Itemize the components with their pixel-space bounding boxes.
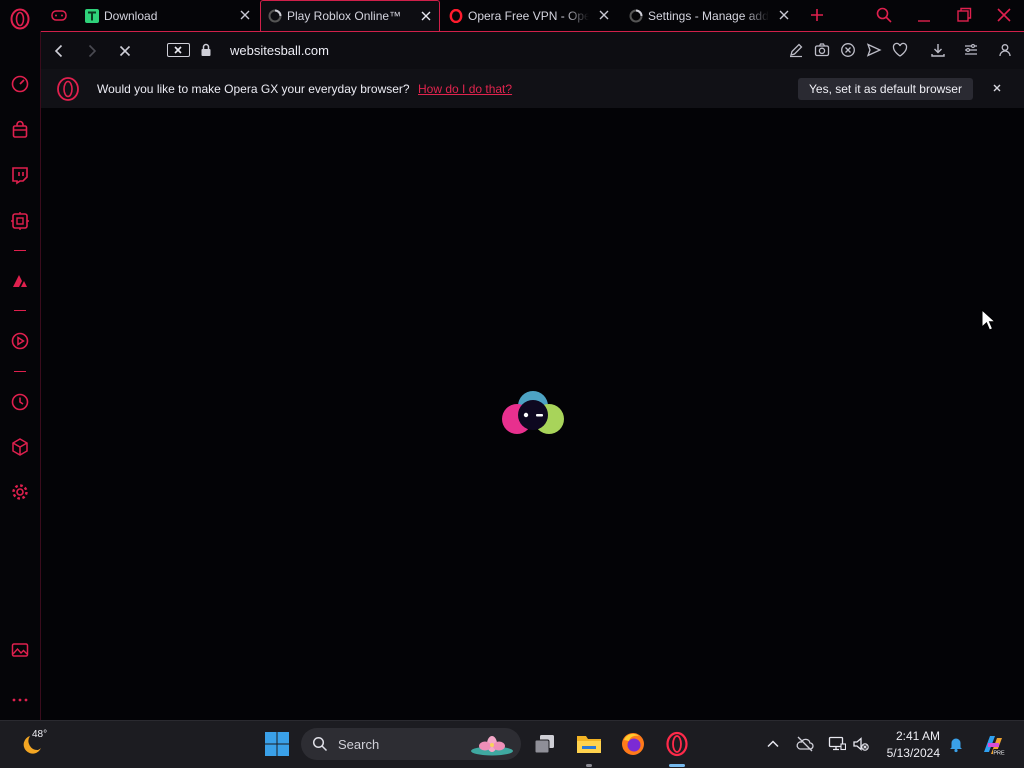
page-content bbox=[41, 108, 1024, 720]
volume-muted-icon[interactable] bbox=[852, 735, 870, 753]
infobar-close-icon[interactable] bbox=[991, 82, 1003, 94]
loading-icon bbox=[629, 9, 643, 22]
close-icon[interactable] bbox=[777, 8, 791, 22]
opera-gx-taskbar-icon[interactable] bbox=[664, 731, 690, 757]
address-bar: websitesball.com bbox=[41, 31, 1024, 69]
ad-block-x-icon bbox=[174, 46, 182, 54]
task-view-icon[interactable] bbox=[532, 731, 558, 757]
gx-controller-icon[interactable] bbox=[50, 7, 68, 23]
camera-icon[interactable] bbox=[814, 42, 830, 58]
t-green-icon bbox=[85, 8, 99, 23]
player-icon[interactable] bbox=[10, 271, 30, 291]
play-icon[interactable] bbox=[10, 331, 30, 351]
active-app-indicator bbox=[669, 764, 685, 767]
shopping-bag-icon[interactable] bbox=[10, 120, 30, 140]
weather-temperature: 48° bbox=[32, 729, 48, 740]
clock-icon[interactable] bbox=[10, 392, 30, 412]
gallery-icon[interactable] bbox=[10, 640, 30, 660]
taskbar-search[interactable]: Search bbox=[301, 728, 521, 760]
sidebar-separator bbox=[14, 310, 26, 311]
gear-icon[interactable] bbox=[10, 482, 30, 502]
opera-gx-logo-icon bbox=[57, 77, 79, 101]
firefox-icon[interactable] bbox=[620, 731, 646, 757]
profile-icon[interactable] bbox=[997, 42, 1013, 58]
twitch-icon[interactable] bbox=[10, 165, 30, 185]
new-tab-plus-icon[interactable] bbox=[808, 6, 826, 24]
tab-opera-vpn[interactable]: Opera Free VPN - Opera bbox=[442, 0, 617, 31]
heart-icon[interactable] bbox=[892, 42, 908, 58]
search-icon bbox=[312, 736, 328, 752]
tab-title: Opera Free VPN - Opera bbox=[468, 8, 589, 23]
opera-icon bbox=[449, 8, 463, 23]
set-default-browser-button[interactable]: Yes, set it as default browser bbox=[798, 78, 973, 100]
sidebar-separator bbox=[14, 250, 26, 251]
tracker-block-icon[interactable] bbox=[840, 42, 856, 58]
close-icon[interactable] bbox=[419, 9, 433, 23]
loading-blob-icon bbox=[502, 391, 564, 434]
default-browser-infobar: Would you like to make Opera GX your eve… bbox=[41, 69, 1024, 108]
ad-blocker-badge[interactable] bbox=[167, 43, 190, 57]
url-text[interactable]: websitesball.com bbox=[230, 43, 329, 58]
restore-icon[interactable] bbox=[955, 6, 973, 24]
notification-bell-icon[interactable] bbox=[947, 735, 965, 753]
network-icon[interactable] bbox=[828, 735, 846, 753]
mouse-cursor-icon bbox=[981, 309, 995, 331]
how-do-i-link[interactable]: How do I do that? bbox=[418, 82, 512, 96]
send-icon[interactable] bbox=[866, 42, 882, 58]
speedometer-icon[interactable] bbox=[10, 74, 30, 94]
chevron-up-icon[interactable] bbox=[764, 735, 782, 753]
download-icon[interactable] bbox=[930, 42, 946, 58]
copilot-pre-icon[interactable]: PRE bbox=[980, 732, 1006, 758]
infobar-message: Would you like to make Opera GX your eve… bbox=[97, 82, 410, 96]
running-indicator bbox=[586, 764, 592, 767]
lock-icon[interactable] bbox=[200, 43, 212, 57]
tab-title: Settings - Manage addr bbox=[648, 8, 769, 23]
window-close-icon[interactable] bbox=[995, 6, 1013, 24]
close-icon[interactable] bbox=[238, 8, 252, 22]
tab-play-roblox[interactable]: Play Roblox Online™ bbox=[260, 0, 440, 31]
back-icon[interactable] bbox=[50, 42, 68, 60]
cube-icon[interactable] bbox=[10, 437, 30, 457]
search-placeholder: Search bbox=[338, 737, 380, 752]
forward-icon[interactable] bbox=[83, 42, 101, 60]
windows-start-icon[interactable] bbox=[264, 731, 290, 757]
sidebar-separator bbox=[14, 371, 26, 372]
tab-download[interactable]: Download bbox=[78, 0, 258, 31]
onedrive-off-icon[interactable] bbox=[796, 735, 814, 753]
tab-strip: Download Play Roblox Online™ Opera Free … bbox=[0, 0, 1024, 31]
clock-time[interactable]: 2:41 AM bbox=[874, 729, 940, 743]
clock-date[interactable]: 5/13/2024 bbox=[874, 746, 940, 760]
taskbar: 48° Search 2:41 AM 5/13/2024 PRE bbox=[0, 720, 1024, 768]
search-tabs-icon[interactable] bbox=[875, 6, 893, 24]
gx-corner-icon[interactable] bbox=[10, 211, 30, 231]
more-icon[interactable] bbox=[10, 690, 30, 710]
loading-icon bbox=[268, 9, 282, 23]
svg-text:PRE: PRE bbox=[993, 751, 1005, 757]
edit-icon[interactable] bbox=[788, 42, 804, 58]
tab-settings[interactable]: Settings - Manage addr bbox=[622, 0, 797, 31]
minimize-icon[interactable] bbox=[915, 6, 933, 24]
tab-title: Download bbox=[104, 8, 158, 23]
stop-loading-icon[interactable] bbox=[116, 42, 134, 60]
sidebar bbox=[0, 31, 41, 720]
opera-gx-logo-icon[interactable] bbox=[9, 8, 31, 30]
lotus-icon bbox=[471, 736, 513, 756]
tab-title: Play Roblox Online™ bbox=[287, 9, 402, 23]
easy-setup-icon[interactable] bbox=[963, 42, 979, 58]
file-explorer-icon[interactable] bbox=[576, 731, 602, 757]
close-icon[interactable] bbox=[597, 8, 611, 22]
